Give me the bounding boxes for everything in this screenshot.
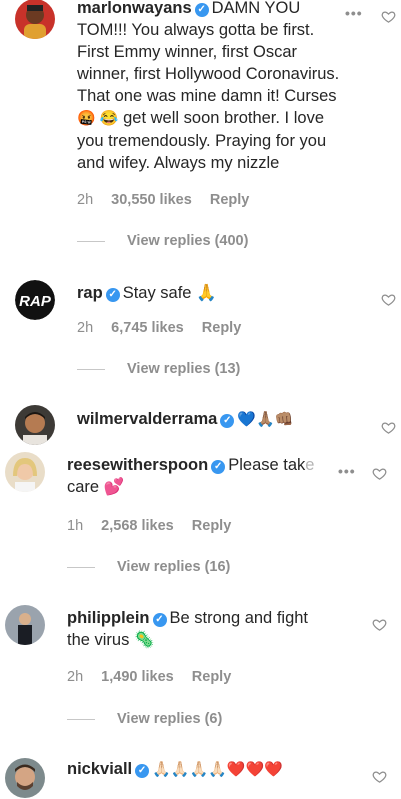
avatar[interactable] (15, 405, 55, 445)
comment-time: 1h (67, 518, 84, 534)
verified-badge-icon: ✓ (152, 613, 167, 627)
view-replies-button[interactable]: View replies (6) (67, 711, 222, 727)
likes-count[interactable]: 1,490 likes (101, 669, 174, 685)
comment-text: philipplein ✓ Be strong and fight the viru… (67, 609, 309, 649)
comment-meta: 1h 2,568 likes Reply (67, 518, 245, 534)
comment-text: wilmervalderrama ✓ 💙🙏🏽👊🏽 (77, 410, 294, 428)
heart-outline-icon[interactable] (381, 9, 396, 24)
replies-divider (77, 368, 105, 370)
view-replies-button[interactable]: View replies (13) (77, 361, 240, 377)
comment-meta: 2h 30,550 likes Reply (77, 192, 263, 208)
comment-text: rap ✓ Stay safe 🙏 (77, 284, 217, 302)
heart-outline-icon[interactable] (372, 617, 387, 632)
comment-time: 2h (77, 320, 94, 336)
more-options-icon[interactable]: ••• (338, 463, 356, 479)
avatar[interactable] (15, 0, 55, 39)
username[interactable]: reesewitherspoon (67, 456, 208, 474)
comment-time: 2h (77, 192, 94, 208)
username[interactable]: rap (77, 284, 103, 302)
verified-badge-icon: ✓ (211, 460, 226, 474)
avatar[interactable] (5, 605, 45, 645)
username[interactable]: philipplein (67, 609, 150, 627)
replies-divider (77, 240, 105, 242)
verified-badge-icon: ✓ (220, 414, 235, 428)
reply-button[interactable]: Reply (202, 320, 242, 336)
comment-text: marlonwayans ✓ DAMN YOU TOM!!! You always … (77, 0, 340, 172)
more-options-icon[interactable]: ••• (345, 5, 363, 21)
reply-button[interactable]: Reply (192, 669, 232, 685)
avatar[interactable]: RAP (15, 280, 55, 320)
verified-badge-icon: ✓ (135, 764, 150, 778)
username[interactable]: wilmervalderrama (77, 410, 217, 428)
comment-time: 2h (67, 669, 84, 685)
verified-badge-icon: ✓ (194, 3, 209, 17)
username[interactable]: marlonwayans (77, 0, 192, 17)
avatar[interactable] (5, 452, 45, 492)
view-replies-button[interactable]: View replies (16) (67, 559, 230, 575)
comment-text: nickviall ✓ 🙏🏻🙏🏻🙏🏻🙏🏻❤️❤️❤️ (67, 760, 283, 778)
comment-text: reesewitherspoon ✓ Please take care 💕 (67, 456, 315, 496)
replies-divider (67, 566, 95, 568)
likes-count[interactable]: 6,745 likes (111, 320, 184, 336)
heart-outline-icon[interactable] (381, 420, 396, 435)
avatar[interactable] (5, 758, 45, 798)
heart-outline-icon[interactable] (372, 466, 387, 481)
likes-count[interactable]: 2,568 likes (101, 518, 174, 534)
reply-button[interactable]: Reply (210, 192, 250, 208)
verified-badge-icon: ✓ (105, 288, 120, 302)
reply-button[interactable]: Reply (192, 518, 232, 534)
likes-count[interactable]: 30,550 likes (111, 192, 192, 208)
svg-text:RAP: RAP (19, 293, 52, 310)
view-replies-button[interactable]: View replies (400) (77, 233, 248, 249)
heart-outline-icon[interactable] (381, 292, 396, 307)
replies-divider (67, 718, 95, 720)
comment-meta: 2h 6,745 likes Reply (77, 320, 255, 336)
comment-meta: 2h 1,490 likes Reply (67, 669, 245, 685)
heart-outline-icon[interactable] (372, 769, 387, 784)
username[interactable]: nickviall (67, 760, 132, 778)
